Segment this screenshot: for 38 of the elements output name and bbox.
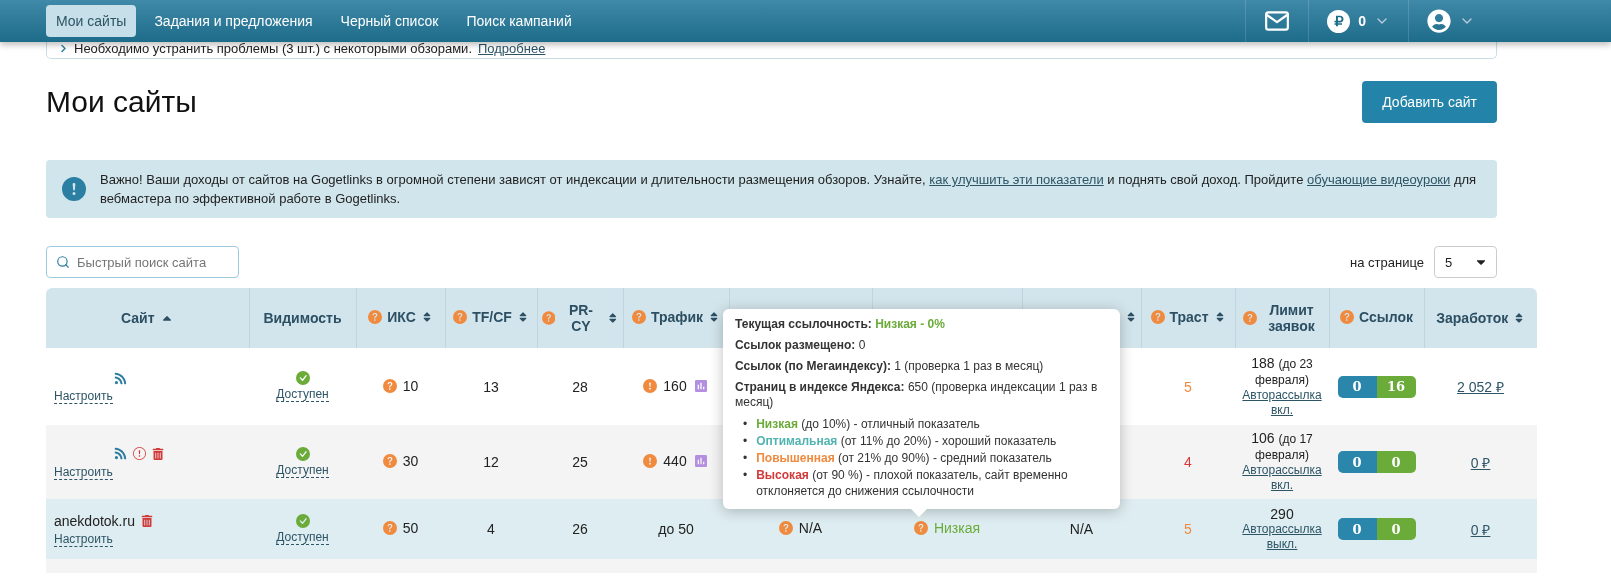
tooltip-line: Ссылок (по Мегаиндексу): 1 (проверка 1 раз в месяц) [735, 359, 1045, 374]
tfcf-value: 4 [487, 521, 495, 537]
limit-count: 106 (до 17 февраля) [1250, 431, 1314, 463]
prcy-value: 25 [572, 454, 588, 470]
bullet: • [743, 467, 748, 484]
page-title: Мои сайты [46, 85, 197, 119]
legend-item: Высокая (от 90 %) - плохой показатель, сайт временно отклоняется до снижения ссылочности [756, 467, 1069, 499]
tooltip-line: Текущая ссылочность: Низкая - 0% [735, 317, 946, 332]
prcy-value: 26 [572, 521, 588, 537]
bullet: • [743, 433, 748, 449]
bullet: • [743, 450, 748, 466]
tooltip-line: Ссылок размещено: 0 [735, 338, 867, 353]
alert-text: Важно! Ваши доходы от сайтов на Gogetlinks в огромной степени зависят от индексации и длительности размещения обзоров. Узнайте, как улучшить эти показатели и поднять свой доход. Пройдите обучающие видеоуроки для вебмастера по эффективной работе в Gogetlinks. [100, 171, 1478, 208]
legend-item: Оптимальная (от 11% до 20%) - хороший показатель [756, 433, 1057, 449]
iks-value: 30 [402, 453, 419, 469]
cell-value: N/A [798, 520, 823, 536]
legend-item: Низкая (до 10%) - отличный показатель [756, 416, 980, 432]
tfcf-value: 12 [483, 454, 499, 470]
trust-value: 5 [1184, 378, 1192, 395]
traffic-value: до 50 [658, 521, 694, 537]
cell-value: Низкая [933, 520, 981, 536]
prcy-value: 28 [572, 378, 588, 395]
traffic-value: 160 [663, 377, 687, 394]
trust-value: 4 [1184, 454, 1192, 470]
limit-count: 290 [1270, 506, 1294, 522]
notice-text: Необходимо устранить проблемы (3 шт.) с некоторыми обзорами. [74, 41, 472, 56]
per-page-label: на странице [1350, 254, 1424, 270]
traffic-value: 440 [663, 453, 687, 469]
limit-count: 188 (до 23 февраля) [1250, 355, 1314, 388]
iks-value: 10 [402, 377, 419, 394]
site-name: anekdotok.ru [54, 512, 135, 529]
cell-value: N/A [1069, 521, 1094, 537]
iks-value: 50 [402, 520, 419, 536]
bullet: • [743, 416, 748, 432]
legend-item: Повышенная (от 21% до 90%) - средний показатель [756, 450, 1052, 466]
tooltip-line: Страниц в индексе Яндекса: 650 (проверка индексации 1 раз в месяц) [735, 380, 1099, 410]
trust-value: 5 [1184, 521, 1192, 537]
tfcf-value: 13 [483, 378, 499, 395]
